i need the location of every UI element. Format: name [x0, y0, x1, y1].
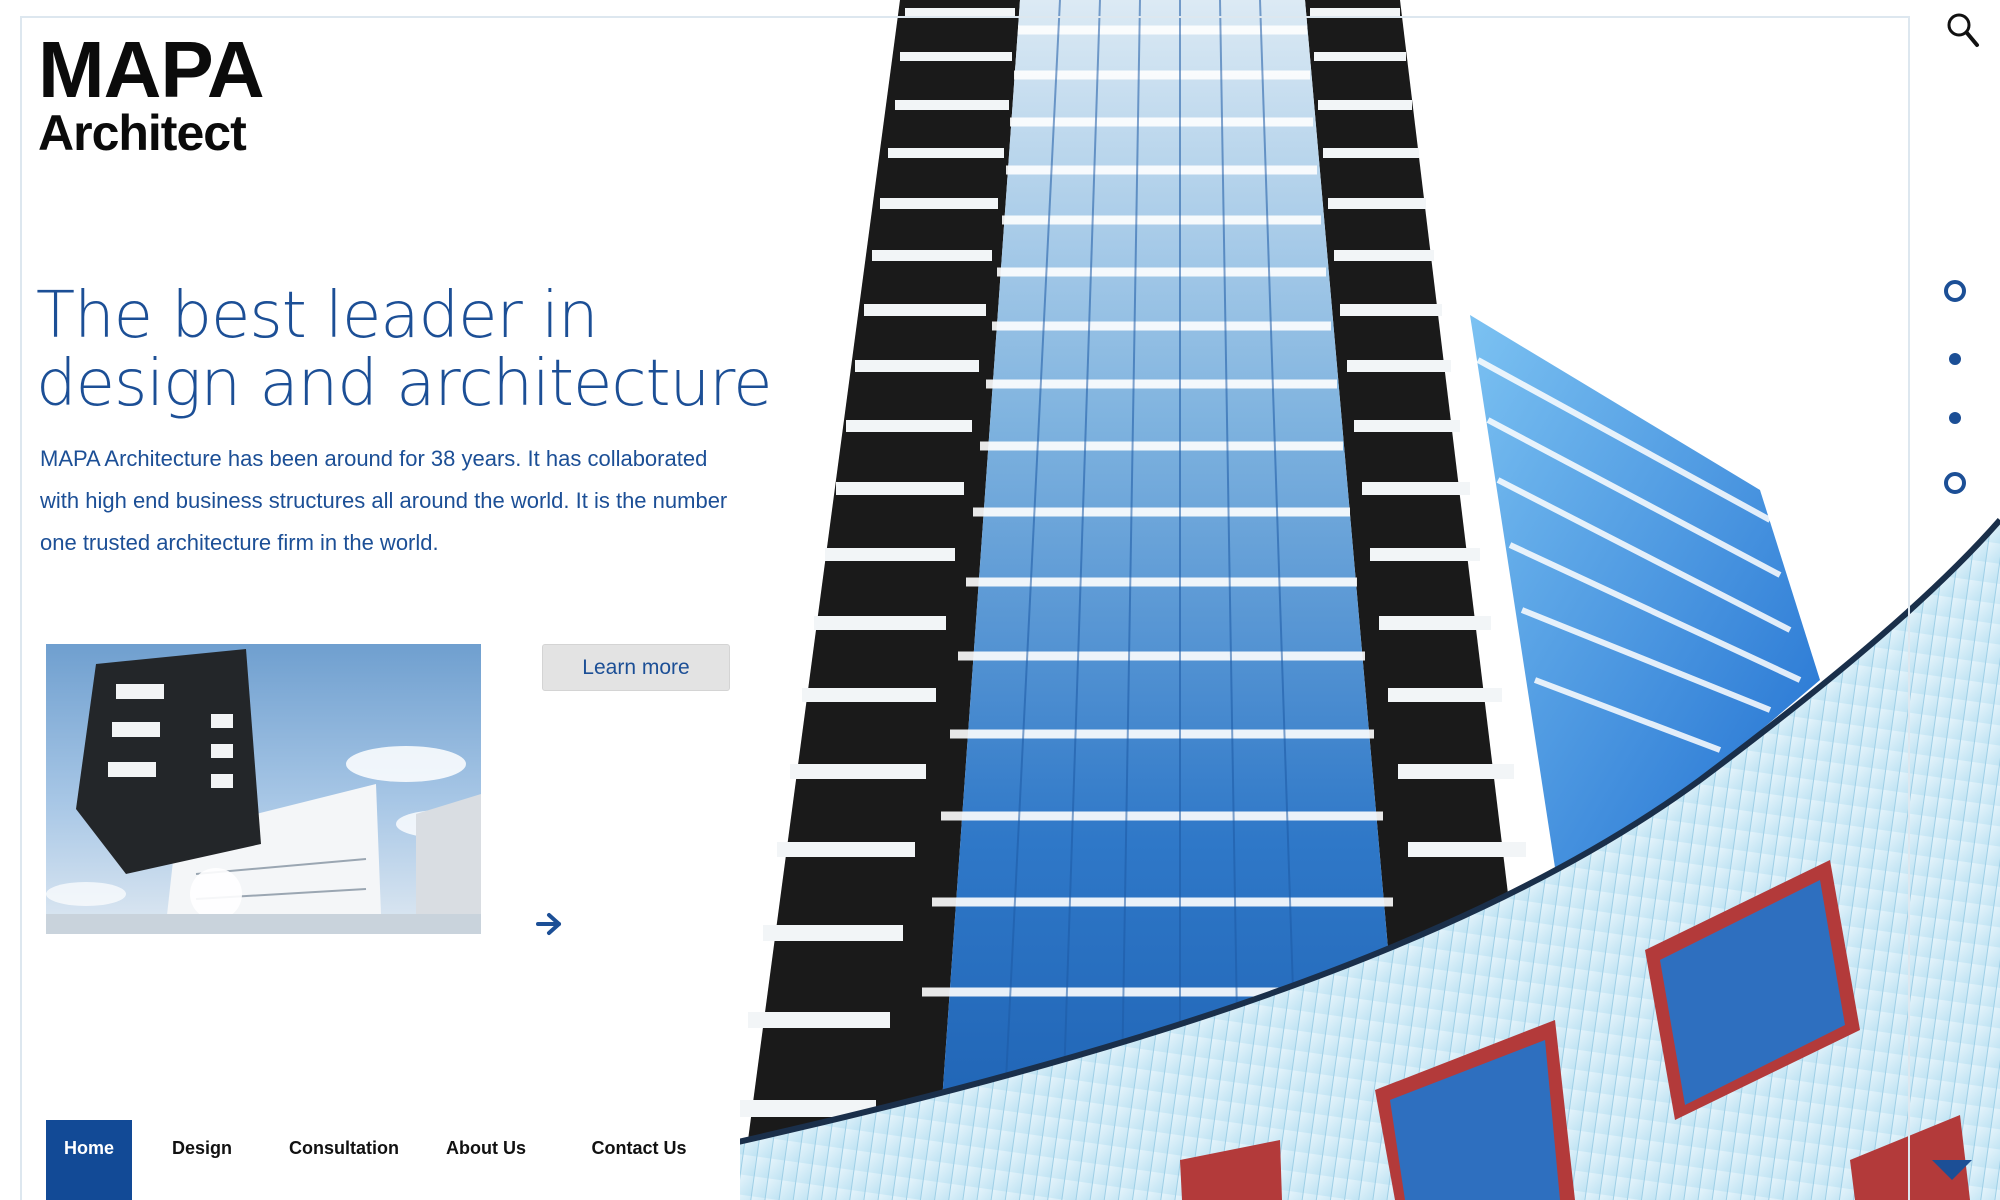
logo-title: MAPA — [38, 25, 265, 114]
nav-item-consultation[interactable]: Consultation — [272, 1120, 416, 1200]
hero-headline-line1: The best leader in — [36, 279, 599, 353]
hero-headline: The best leader in design and architectu… — [36, 282, 776, 418]
nav-item-about-us[interactable]: About Us — [416, 1120, 556, 1200]
learn-more-button[interactable]: Learn more — [542, 644, 730, 691]
slider-dot-4[interactable] — [1944, 472, 1966, 494]
nav-item-home[interactable]: Home — [46, 1120, 132, 1200]
nav-item-label: About Us — [446, 1138, 526, 1158]
nav-item-label: Contact Us — [591, 1138, 687, 1158]
nav-item-label: Home — [63, 1138, 114, 1158]
main-nav: Home Design Consultation About Us Contac… — [46, 1120, 722, 1200]
logo-subtitle: Architect — [38, 105, 247, 161]
hero-building-image — [0, 0, 2000, 1200]
hero-headline-line2: design and architecture — [36, 347, 772, 421]
slider-dot-2[interactable] — [1949, 353, 1961, 365]
nav-item-label: Consultation — [289, 1138, 399, 1158]
nav-item-label: Design — [171, 1138, 232, 1158]
triangle-down-icon[interactable] — [1932, 1160, 1972, 1182]
featured-building-illustration — [46, 649, 481, 934]
nav-item-contact-us[interactable]: Contact Us — [556, 1120, 722, 1200]
hero-intro: MAPA Architecture has been around for 38… — [40, 446, 728, 555]
brand-logo[interactable]: MAPA Architect — [38, 25, 265, 161]
featured-building-photo[interactable] — [46, 644, 481, 934]
search-icon[interactable] — [1946, 12, 1980, 48]
arrow-right-icon[interactable] — [535, 910, 563, 938]
slider-dot-3[interactable] — [1949, 412, 1961, 424]
nav-item-design[interactable]: Design — [132, 1120, 272, 1200]
slider-dot-1[interactable] — [1944, 280, 1966, 302]
